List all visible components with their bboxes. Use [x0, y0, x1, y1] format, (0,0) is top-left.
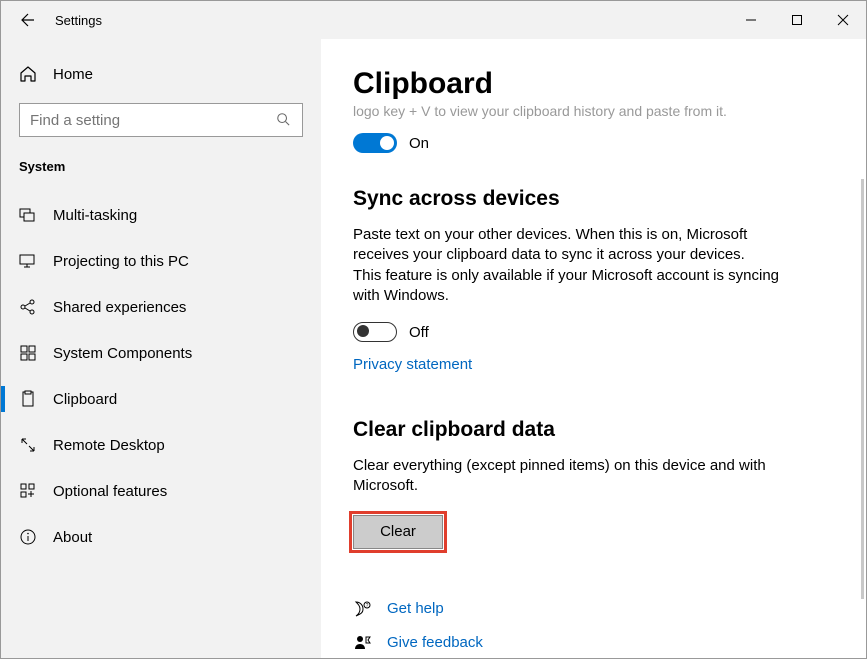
- components-icon: [19, 344, 37, 362]
- give-feedback-link[interactable]: Give feedback: [387, 634, 483, 651]
- window-title: Settings: [55, 13, 102, 28]
- sidebar-home-label: Home: [53, 66, 93, 83]
- maximize-icon: [791, 14, 803, 26]
- search-input[interactable]: [30, 112, 276, 129]
- sidebar-item-shared[interactable]: Shared experiences: [1, 284, 321, 330]
- sidebar-item-clipboard[interactable]: Clipboard: [1, 376, 321, 422]
- features-icon: [19, 482, 37, 500]
- close-icon: [837, 14, 849, 26]
- sidebar-item-label: Remote Desktop: [53, 437, 165, 454]
- minimize-button[interactable]: [728, 4, 774, 36]
- sidebar-item-label: Multi-tasking: [53, 207, 137, 224]
- clipboard-icon: [19, 390, 37, 408]
- get-help-link[interactable]: Get help: [387, 600, 444, 617]
- sidebar-item-about[interactable]: About: [1, 514, 321, 560]
- sidebar-item-label: System Components: [53, 345, 192, 362]
- projecting-icon: [19, 252, 37, 270]
- arrow-left-icon: [20, 12, 36, 28]
- maximize-button[interactable]: [774, 4, 820, 36]
- sidebar-item-label: Clipboard: [53, 391, 117, 408]
- svg-text:?: ?: [366, 603, 369, 609]
- clipboard-history-toggle-state: On: [409, 135, 429, 152]
- remote-icon: [19, 436, 37, 454]
- sync-description: Paste text on your other devices. When t…: [353, 225, 783, 306]
- page-title: Clipboard: [353, 67, 826, 101]
- close-button[interactable]: [820, 4, 866, 36]
- sidebar-nav: Multi-tasking Projecting to this PC Shar…: [1, 192, 321, 560]
- sync-toggle-state: Off: [409, 324, 429, 341]
- clear-description: Clear everything (except pinned items) o…: [353, 456, 783, 497]
- sidebar-item-projecting[interactable]: Projecting to this PC: [1, 238, 321, 284]
- share-icon: [19, 298, 37, 316]
- sidebar-home[interactable]: Home: [1, 55, 321, 93]
- minimize-icon: [745, 14, 757, 26]
- scrollbar[interactable]: [861, 179, 864, 599]
- clipboard-history-toggle[interactable]: [353, 133, 397, 153]
- clear-heading: Clear clipboard data: [353, 418, 826, 442]
- sidebar-item-components[interactable]: System Components: [1, 330, 321, 376]
- sync-toggle[interactable]: [353, 322, 397, 342]
- sidebar-item-label: Optional features: [53, 483, 167, 500]
- sidebar-item-optional[interactable]: Optional features: [1, 468, 321, 514]
- search-icon: [276, 112, 292, 128]
- history-description-cutoff: logo key + V to view your clipboard hist…: [353, 103, 826, 119]
- content-area: Clipboard logo key + V to view your clip…: [321, 39, 866, 658]
- multitasking-icon: [19, 206, 37, 224]
- sidebar-item-label: Projecting to this PC: [53, 253, 189, 270]
- sidebar-category: System: [1, 137, 321, 184]
- sidebar-item-multitasking[interactable]: Multi-tasking: [1, 192, 321, 238]
- feedback-icon: [353, 633, 373, 653]
- info-icon: [19, 528, 37, 546]
- help-icon: ?: [353, 599, 373, 619]
- sidebar-item-remote[interactable]: Remote Desktop: [1, 422, 321, 468]
- privacy-link[interactable]: Privacy statement: [353, 356, 472, 373]
- titlebar: Settings: [1, 1, 866, 39]
- sidebar-item-label: Shared experiences: [53, 299, 186, 316]
- sidebar: Home System Multi-tasking Projecting to …: [1, 39, 321, 658]
- search-box[interactable]: [19, 103, 303, 137]
- home-icon: [19, 65, 37, 83]
- sidebar-item-label: About: [53, 529, 92, 546]
- clear-button[interactable]: Clear: [353, 515, 443, 549]
- back-button[interactable]: [19, 11, 37, 29]
- sync-heading: Sync across devices: [353, 187, 826, 211]
